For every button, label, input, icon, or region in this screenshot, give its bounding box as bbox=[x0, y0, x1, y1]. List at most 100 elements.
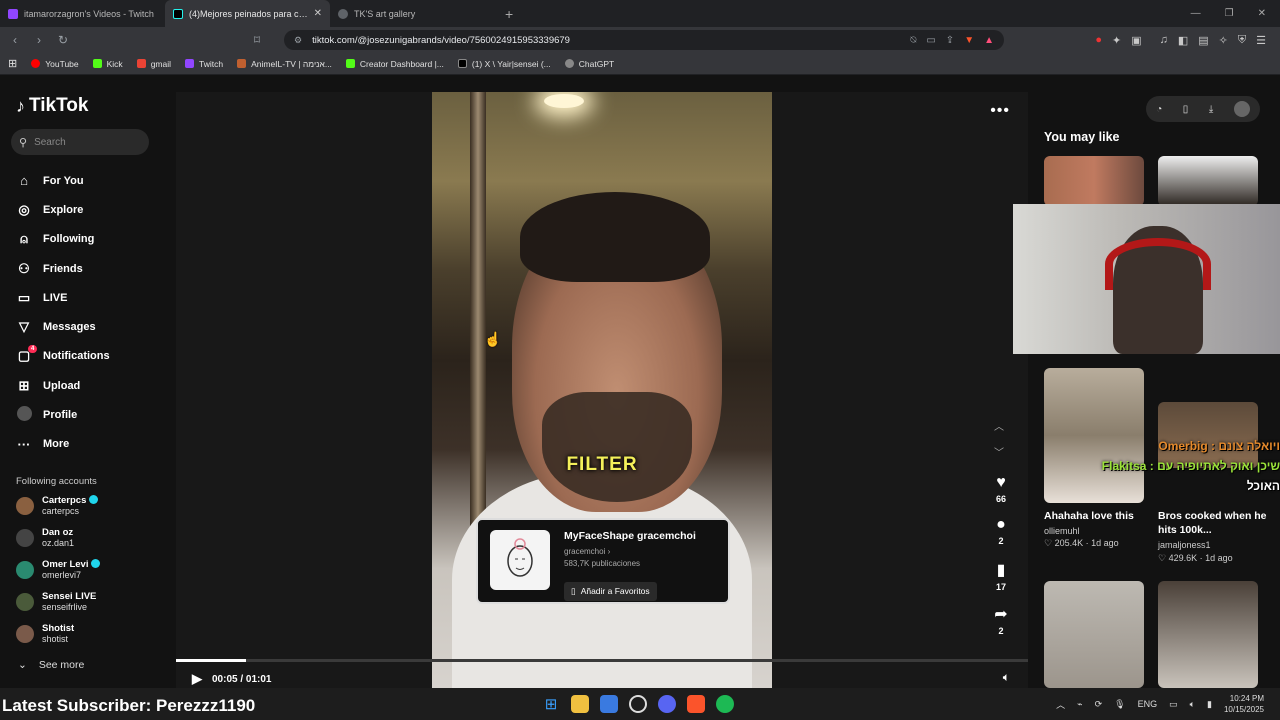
reload-icon[interactable]: ↻ bbox=[56, 33, 70, 47]
spotify-icon[interactable] bbox=[716, 695, 734, 713]
comment-button[interactable]: ● 2 bbox=[988, 516, 1014, 546]
bookmark-kick[interactable]: Kick bbox=[92, 59, 123, 69]
search-input[interactable]: ⚲ Search bbox=[11, 129, 149, 155]
tab-gallery[interactable]: TK'S art gallery bbox=[330, 0, 495, 27]
video-caption[interactable]: Bros cooked when he hits 100k... bbox=[1158, 509, 1268, 537]
share-icon[interactable]: ⇪ bbox=[946, 35, 954, 46]
gauge-icon[interactable]: ◔ bbox=[1156, 104, 1162, 115]
chevron-down-icon[interactable]: ﹀ bbox=[994, 444, 1004, 459]
account-dan-oz[interactable]: Dan oz oz.dan1 bbox=[16, 527, 74, 549]
account-sensei-live[interactable]: Sensei LIVE senseifrlive bbox=[16, 591, 96, 613]
close-window-icon[interactable]: ✕ bbox=[1258, 8, 1266, 19]
heart-outline-icon: ♡ bbox=[1158, 553, 1167, 563]
like-button[interactable]: ♥ 66 bbox=[988, 474, 1014, 504]
forward-icon[interactable]: › bbox=[32, 33, 46, 47]
sidebar-item-profile[interactable]: Profile bbox=[16, 400, 166, 429]
share-button[interactable]: ➦ 2 bbox=[988, 604, 1014, 636]
sidebar-item-notifications[interactable]: ▢ 4 Notifications bbox=[16, 342, 166, 371]
windows-start-icon[interactable]: ⊞ bbox=[542, 695, 560, 713]
sidebar-icon[interactable]: ◧ bbox=[1178, 34, 1188, 47]
chevron-up-icon[interactable]: ︿ bbox=[994, 418, 1004, 433]
bookmark-twitch[interactable]: Twitch bbox=[185, 59, 223, 69]
suggested-video-card[interactable] bbox=[1158, 581, 1258, 688]
tiktok-logo[interactable]: ♪ TikTok bbox=[16, 95, 88, 117]
tab-tiktok[interactable]: (4)Mejores peinados para cualquier✕ bbox=[165, 0, 330, 27]
brave-icon[interactable] bbox=[687, 695, 705, 713]
maximize-icon[interactable]: ❐ bbox=[1225, 8, 1234, 19]
discord-icon[interactable] bbox=[658, 695, 676, 713]
bookmark-x[interactable]: (1) X \ Yair|sensei (... bbox=[457, 59, 551, 69]
menu-icon[interactable]: ☰ bbox=[1256, 34, 1266, 47]
clock[interactable]: 10:24 PM 10/15/2025 bbox=[1224, 693, 1264, 715]
sidebar-item-messages[interactable]: ▽ Messages bbox=[16, 312, 166, 341]
download-icon[interactable]: ⤓ bbox=[1209, 104, 1213, 115]
chevron-up-icon[interactable]: ︿ bbox=[1056, 698, 1065, 711]
suggested-video-card[interactable] bbox=[1044, 156, 1144, 206]
user-plus-icon: ⍝ bbox=[20, 231, 28, 247]
screen-icon[interactable]: ▭ bbox=[926, 35, 935, 46]
url-field[interactable]: ⚙ tiktok.com/@josezunigabrands/video/756… bbox=[284, 30, 1004, 50]
sidebar-item-more[interactable]: ··· More bbox=[16, 430, 166, 459]
more-options-icon[interactable]: ••• bbox=[990, 102, 1010, 120]
record-icon[interactable]: ● bbox=[1095, 34, 1102, 47]
sidebar-item-friends[interactable]: ⚇ Friends bbox=[16, 254, 166, 283]
tab-twitch[interactable]: itamarorzagron's Videos - Twitch bbox=[0, 0, 165, 27]
play-icon[interactable]: ▶ bbox=[192, 671, 202, 687]
bookmark-youtube[interactable]: YouTube bbox=[31, 59, 79, 69]
bookmark-animeil[interactable]: AnimeIL-TV | אנימה... bbox=[237, 59, 332, 69]
puzzle-icon[interactable]: ✦ bbox=[1112, 34, 1121, 47]
bookmark-icon[interactable]: ⌑ bbox=[250, 33, 264, 47]
store-icon[interactable] bbox=[600, 695, 618, 713]
apps-icon[interactable]: ⊞ bbox=[8, 57, 17, 70]
obs-icon[interactable] bbox=[629, 695, 647, 713]
video-player[interactable]: FILTER MyFaceShape gracemchoi gracemchoi… bbox=[432, 92, 772, 688]
back-icon[interactable]: ‹ bbox=[8, 33, 22, 47]
minimize-icon[interactable]: — bbox=[1191, 8, 1201, 19]
add-to-favorites-button[interactable]: ▯ Añadir a Favoritos bbox=[564, 582, 657, 601]
avatar[interactable] bbox=[1233, 101, 1250, 117]
sidebar-item-upload[interactable]: ⊞ Upload bbox=[16, 371, 166, 400]
phone-icon[interactable]: ▯ bbox=[1183, 104, 1189, 115]
video-caption[interactable]: Ahahaha love this bbox=[1044, 509, 1154, 523]
translate-icon[interactable]: ⍉ bbox=[910, 35, 916, 46]
video-author[interactable]: olliemuhl bbox=[1044, 526, 1080, 536]
see-more-button[interactable]: ⌄ See more bbox=[18, 659, 84, 671]
rewards-icon[interactable]: ▲ bbox=[984, 35, 994, 46]
language-indicator[interactable]: ENG bbox=[1138, 699, 1158, 709]
file-explorer-icon[interactable] bbox=[571, 695, 589, 713]
bookmark-creator-dashboard[interactable]: Creator Dashboard |... bbox=[345, 59, 444, 69]
wallet-icon[interactable]: ▤ bbox=[1198, 34, 1208, 47]
close-icon[interactable]: ✕ bbox=[314, 8, 322, 19]
tiktok-icon bbox=[173, 8, 183, 19]
vpn-icon[interactable]: ⛨ bbox=[1238, 34, 1246, 47]
account-carterpcs[interactable]: Carterpcs carterpcs bbox=[16, 495, 99, 517]
capture-icon[interactable]: ▣ bbox=[1131, 34, 1141, 47]
sidebar-item-for-you[interactable]: ⌂ For You bbox=[16, 166, 166, 195]
suggested-video-card[interactable] bbox=[1158, 156, 1258, 206]
bookmark-chatgpt[interactable]: ChatGPT bbox=[564, 59, 614, 69]
sidebar-item-explore[interactable]: ◎ Explore bbox=[16, 195, 166, 224]
site-info-icon[interactable]: ⚙ bbox=[294, 35, 302, 46]
effect-creator[interactable]: gracemchoi › bbox=[564, 547, 696, 556]
bookmark-gmail[interactable]: gmail bbox=[136, 59, 171, 69]
sidebar-item-following[interactable]: ⍝ Following bbox=[16, 225, 166, 254]
account-omer-levi[interactable]: Omer Levi omerlevi7 bbox=[16, 559, 101, 581]
display-icon[interactable]: ▭ bbox=[1169, 699, 1178, 710]
sidebar-item-live[interactable]: ▭ LIVE bbox=[16, 283, 166, 312]
video-author[interactable]: jamaljoness1 bbox=[1158, 540, 1211, 550]
account-shotist[interactable]: Shotist shotist bbox=[16, 623, 74, 645]
effect-card[interactable]: MyFaceShape gracemchoi gracemchoi › 583,… bbox=[476, 518, 730, 604]
speaker-icon[interactable]: 🔈︎ bbox=[1190, 699, 1195, 710]
brave-shield-icon[interactable]: ▼ bbox=[964, 35, 974, 46]
music-icon[interactable]: ♫ bbox=[1160, 34, 1168, 47]
suggested-video-card[interactable] bbox=[1044, 581, 1144, 688]
sync-icon[interactable]: ⟳ bbox=[1095, 699, 1103, 710]
battery-icon[interactable]: ▮ bbox=[1207, 699, 1212, 710]
mic-icon[interactable]: 🎙︎ bbox=[1114, 699, 1125, 710]
save-button[interactable]: ▮ 17 bbox=[988, 560, 1014, 592]
volume-icon[interactable]: 🔈︎ bbox=[1003, 670, 1010, 685]
video-progress-bar[interactable] bbox=[176, 659, 1028, 662]
ai-icon[interactable]: ✧ bbox=[1219, 34, 1228, 47]
new-tab-button[interactable]: + bbox=[495, 6, 523, 22]
network-icon[interactable]: ⌁ bbox=[1077, 699, 1082, 710]
